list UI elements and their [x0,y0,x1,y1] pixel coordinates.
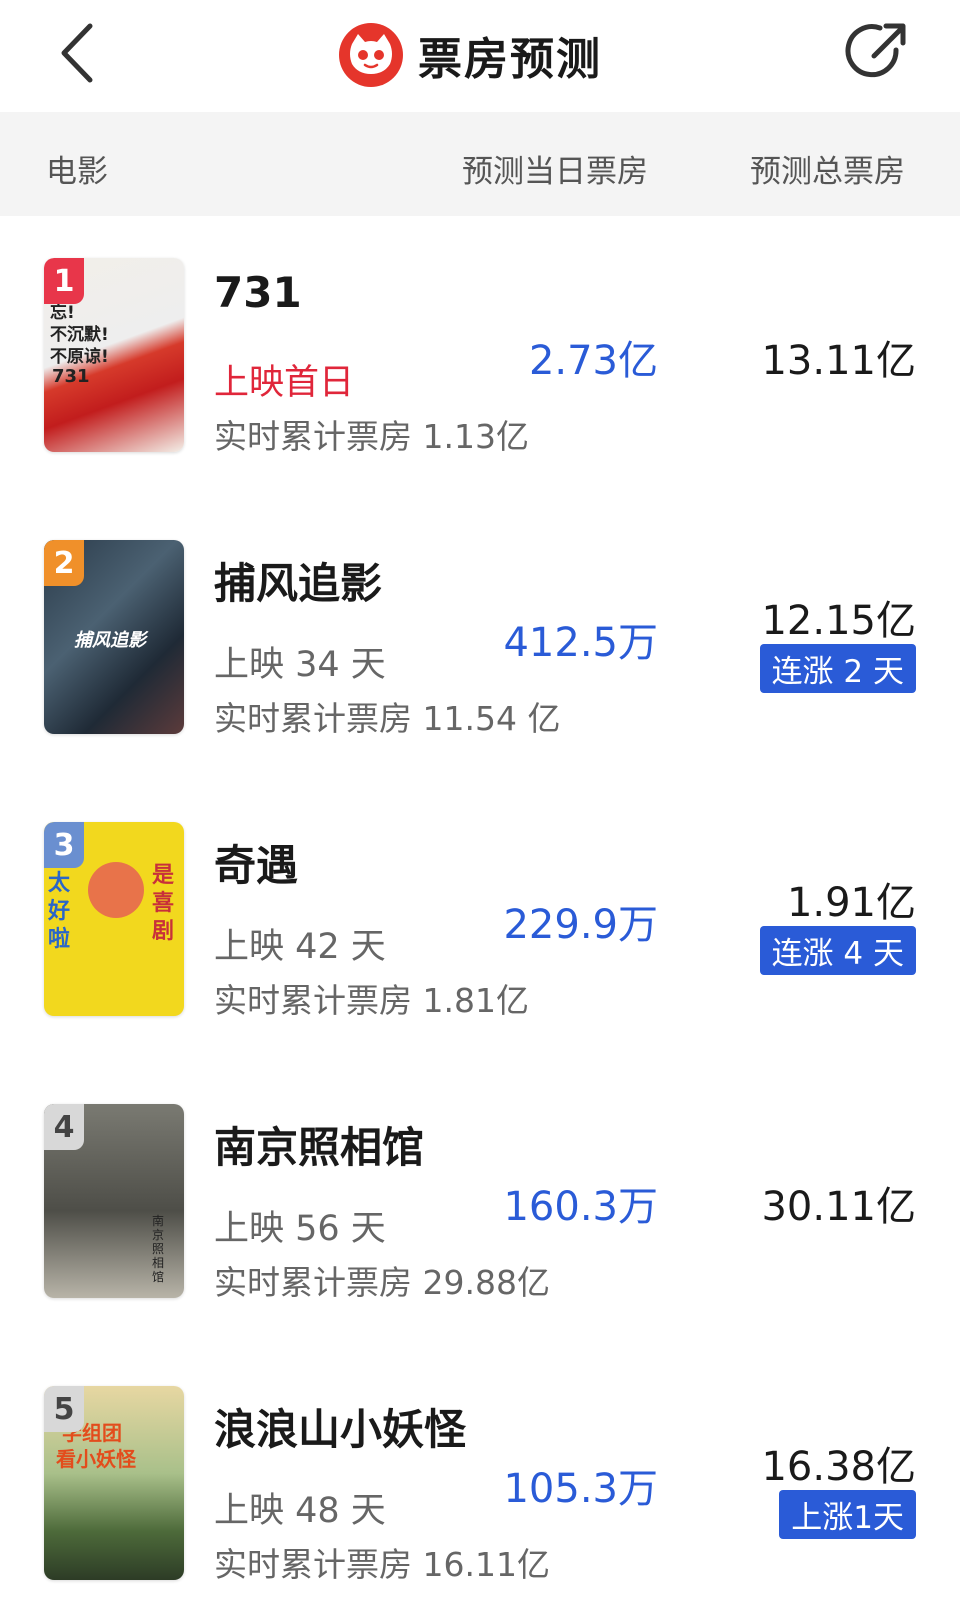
release-status: 上映 48 天 [214,1491,386,1531]
rank-badge: 4 [44,1104,84,1150]
movie-title: 南京照相馆 [214,1123,425,1172]
poster-face [88,862,144,918]
cumulative-box-office: 实时累计票房 1.13亿 [214,417,529,456]
movie-poster: 5 学组团 看小妖怪 [44,1386,184,1580]
poster-text-title: 捕风追影 [74,630,146,651]
daily-forecast: 105.3万 [503,1466,658,1512]
daily-forecast: 229.9万 [503,902,658,948]
total-forecast: 30.11亿 [761,1184,916,1230]
movie-row[interactable]: 2 捕风追影 捕风追影 上映 34 天 实时累计票房 11.54 亿 412.5… [0,540,960,780]
release-status: 上映首日 [214,363,355,403]
cumulative-box-office: 实时累计票房 16.11亿 [214,1545,550,1584]
poster-text-title: 南京照相馆 [152,1214,165,1284]
poster-text-right: 是喜剧 [152,863,175,944]
movie-title: 浪浪山小妖怪 [214,1405,467,1454]
page-title: 票房预测 [418,34,602,85]
back-arrow-icon[interactable] [50,18,110,88]
column-daily-forecast-label: 预测当日票房 [462,154,648,190]
top-bar: 票房预测 [0,0,960,112]
column-total-forecast-label: 预测总票房 [750,154,905,190]
movie-title: 奇遇 [214,841,299,890]
total-forecast: 16.38亿 [761,1444,916,1490]
movie-poster: 1 忘! 不沉默! 不原谅! 731 [44,258,184,452]
trend-badge: 上涨1天 [779,1490,916,1539]
cumulative-box-office: 实时累计票房 1.81亿 [214,981,529,1020]
total-forecast: 12.15亿 [761,598,916,644]
release-status: 上映 56 天 [214,1209,386,1249]
movie-row[interactable]: 4 南京照相馆 南京照相馆 上映 56 天 实时累计票房 29.88亿 160.… [0,1104,960,1344]
daily-forecast: 2.73亿 [528,338,658,384]
movie-poster: 4 南京照相馆 [44,1104,184,1298]
cumulative-box-office: 实时累计票房 11.54 亿 [214,699,561,738]
movie-row[interactable]: 3 太好啦 是喜剧 奇遇 上映 42 天 实时累计票房 1.81亿 229.9万… [0,822,960,1062]
daily-forecast: 412.5万 [503,620,658,666]
trend-badge: 连涨 4 天 [759,926,916,975]
rank-badge: 1 [44,258,84,304]
movie-row[interactable]: 5 学组团 看小妖怪 浪浪山小妖怪 上映 48 天 实时累计票房 16.11亿 … [0,1386,960,1617]
poster-text-title: 731 [52,366,90,387]
cat-logo-icon [339,23,403,87]
movie-poster: 3 太好啦 是喜剧 [44,822,184,1016]
share-icon[interactable] [840,14,916,90]
movie-poster: 2 捕风追影 [44,540,184,734]
total-forecast: 13.11亿 [761,338,916,384]
release-status: 上映 42 天 [214,927,386,967]
column-movie-label: 电影 [46,154,108,190]
poster-text-1: 忘! 不沉默! 不原谅! [50,303,109,367]
rank-badge: 5 [44,1386,84,1432]
column-header-bar: 电影 预测当日票房 预测总票房 [0,112,960,216]
rank-badge: 3 [44,822,84,868]
daily-forecast: 160.3万 [503,1184,658,1230]
cumulative-box-office: 实时累计票房 29.88亿 [214,1263,550,1302]
movie-title: 731 [214,268,302,317]
rank-badge: 2 [44,540,84,586]
movie-title: 捕风追影 [214,559,383,608]
release-status: 上映 34 天 [214,645,386,685]
movie-row[interactable]: 1 忘! 不沉默! 不原谅! 731 731 上映首日 实时累计票房 1.13亿… [0,258,960,498]
total-forecast: 1.91亿 [786,880,916,926]
trend-badge: 连涨 2 天 [759,644,916,693]
title-group: 票房预测 [338,20,602,90]
poster-text-left: 太好啦 [48,871,71,952]
